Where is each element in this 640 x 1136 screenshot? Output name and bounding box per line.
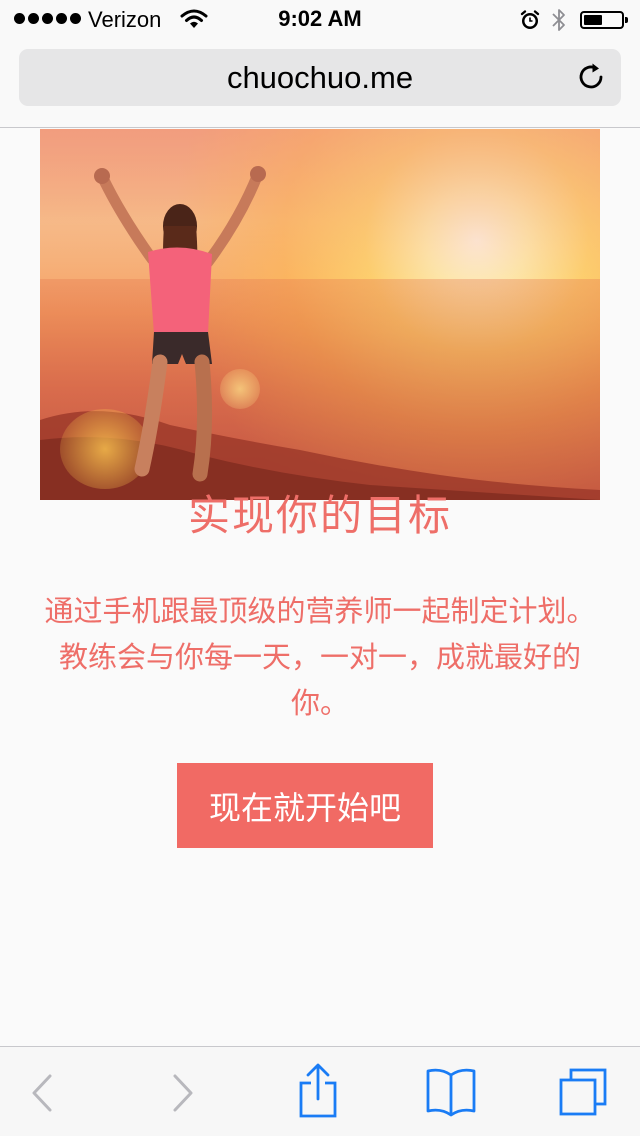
- woman-figure: [94, 166, 266, 482]
- screen: Verizon 9:02 AM chuochuo.me 实现你的目标 通过手机跟…: [0, 0, 640, 1136]
- page-headline: 实现你的目标: [187, 491, 452, 540]
- hero-image: [40, 129, 600, 500]
- start-now-button[interactable]: 现在就开始吧: [177, 763, 433, 848]
- status-time: 9:02 AM: [278, 6, 362, 31]
- page-description: 通过手机跟最顶级的营养师一起制定计划。教练会与你每一天，一对一，成就最好的你。: [44, 594, 596, 720]
- battery-fill: [584, 15, 602, 25]
- alarm-icon: [519, 9, 541, 37]
- url-text: chuochuo.me: [226, 60, 414, 95]
- bluetooth-icon: [551, 7, 567, 39]
- chevron-left-icon[interactable]: [30, 1073, 54, 1117]
- tabs-icon[interactable]: [558, 1067, 608, 1121]
- book-icon[interactable]: [425, 1067, 477, 1121]
- address-bar[interactable]: chuochuo.me: [19, 49, 621, 106]
- bottom-toolbar: [0, 1046, 640, 1136]
- battery-icon: [580, 11, 628, 29]
- share-icon[interactable]: [298, 1063, 338, 1123]
- page-content: [0, 128, 640, 1046]
- reload-icon[interactable]: [577, 62, 607, 96]
- chevron-right-icon[interactable]: [171, 1073, 195, 1117]
- status-bar: Verizon 9:02 AM: [0, 0, 640, 40]
